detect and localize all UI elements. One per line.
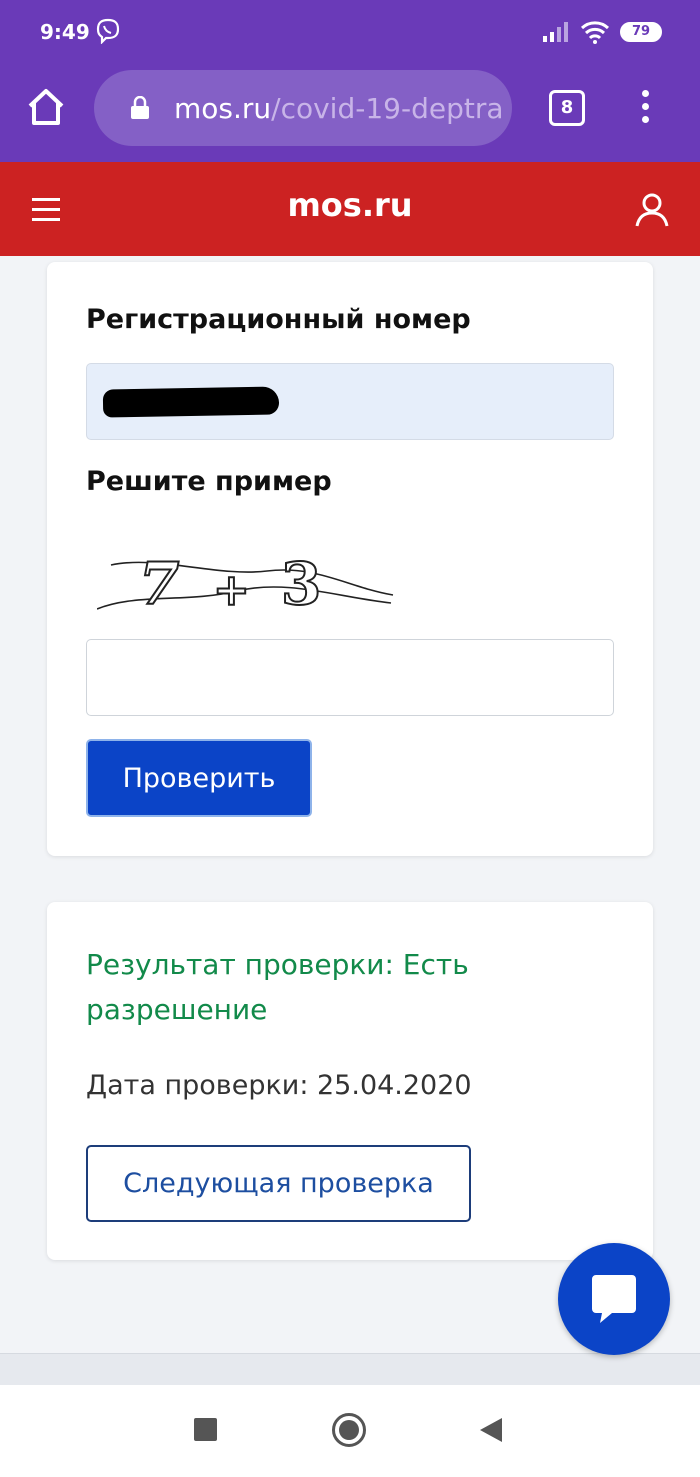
url-host: mos.ru: [174, 92, 272, 125]
battery-indicator: 79: [620, 22, 662, 42]
captcha-answer-input[interactable]: [86, 639, 614, 716]
chat-button[interactable]: [558, 1243, 670, 1355]
next-check-button[interactable]: Следующая проверка: [86, 1145, 471, 1222]
signal-icon: [543, 22, 568, 42]
system-nav-bar: [0, 1385, 700, 1477]
url-path: /covid-19-deptra: [271, 92, 504, 125]
captcha-image: 7 + 3: [97, 549, 394, 617]
result-status: Результат проверки: Есть разрешение: [86, 948, 469, 1026]
browser-menu-icon[interactable]: [634, 90, 656, 130]
captcha-digit-left: 7: [139, 550, 179, 617]
check-date: Дата проверки: 25.04.2020: [86, 1070, 472, 1101]
nav-home-icon[interactable]: [332, 1413, 366, 1447]
check-button[interactable]: Проверить: [86, 739, 312, 817]
status-time: 9:49: [40, 20, 90, 44]
reg-number-label: Регистрационный номер: [86, 304, 471, 335]
lock-icon: [131, 96, 149, 119]
captcha-label: Решите пример: [86, 466, 332, 497]
back-icon[interactable]: [480, 1418, 502, 1442]
status-bar: 9:49 79: [0, 0, 700, 62]
site-logo[interactable]: mos.ru: [0, 186, 700, 224]
url-bar[interactable]: mos.ru/covid-19-deptra: [94, 70, 512, 146]
tab-switcher-button[interactable]: 8: [549, 90, 585, 126]
browser-toolbar: mos.ru/covid-19-deptra 8: [0, 62, 700, 162]
redacted-value: [102, 386, 280, 418]
user-icon[interactable]: [634, 192, 670, 228]
url-text: mos.ru/covid-19-deptra: [174, 92, 504, 125]
captcha-digit-right: 3: [281, 550, 321, 617]
result-card: Результат проверки: Есть разрешение Дата…: [47, 902, 653, 1260]
page-footer-strip: [0, 1353, 700, 1385]
recent-apps-icon[interactable]: [194, 1418, 217, 1441]
viber-icon: [96, 18, 120, 44]
captcha-operator: +: [213, 565, 250, 616]
site-header: mos.ru: [0, 162, 700, 256]
chat-icon: [592, 1275, 636, 1323]
verification-form-card: Регистрационный номер Решите пример 7 + …: [47, 262, 653, 856]
home-icon[interactable]: [26, 88, 66, 126]
reg-number-input[interactable]: [86, 363, 614, 440]
wifi-icon: [580, 21, 610, 44]
